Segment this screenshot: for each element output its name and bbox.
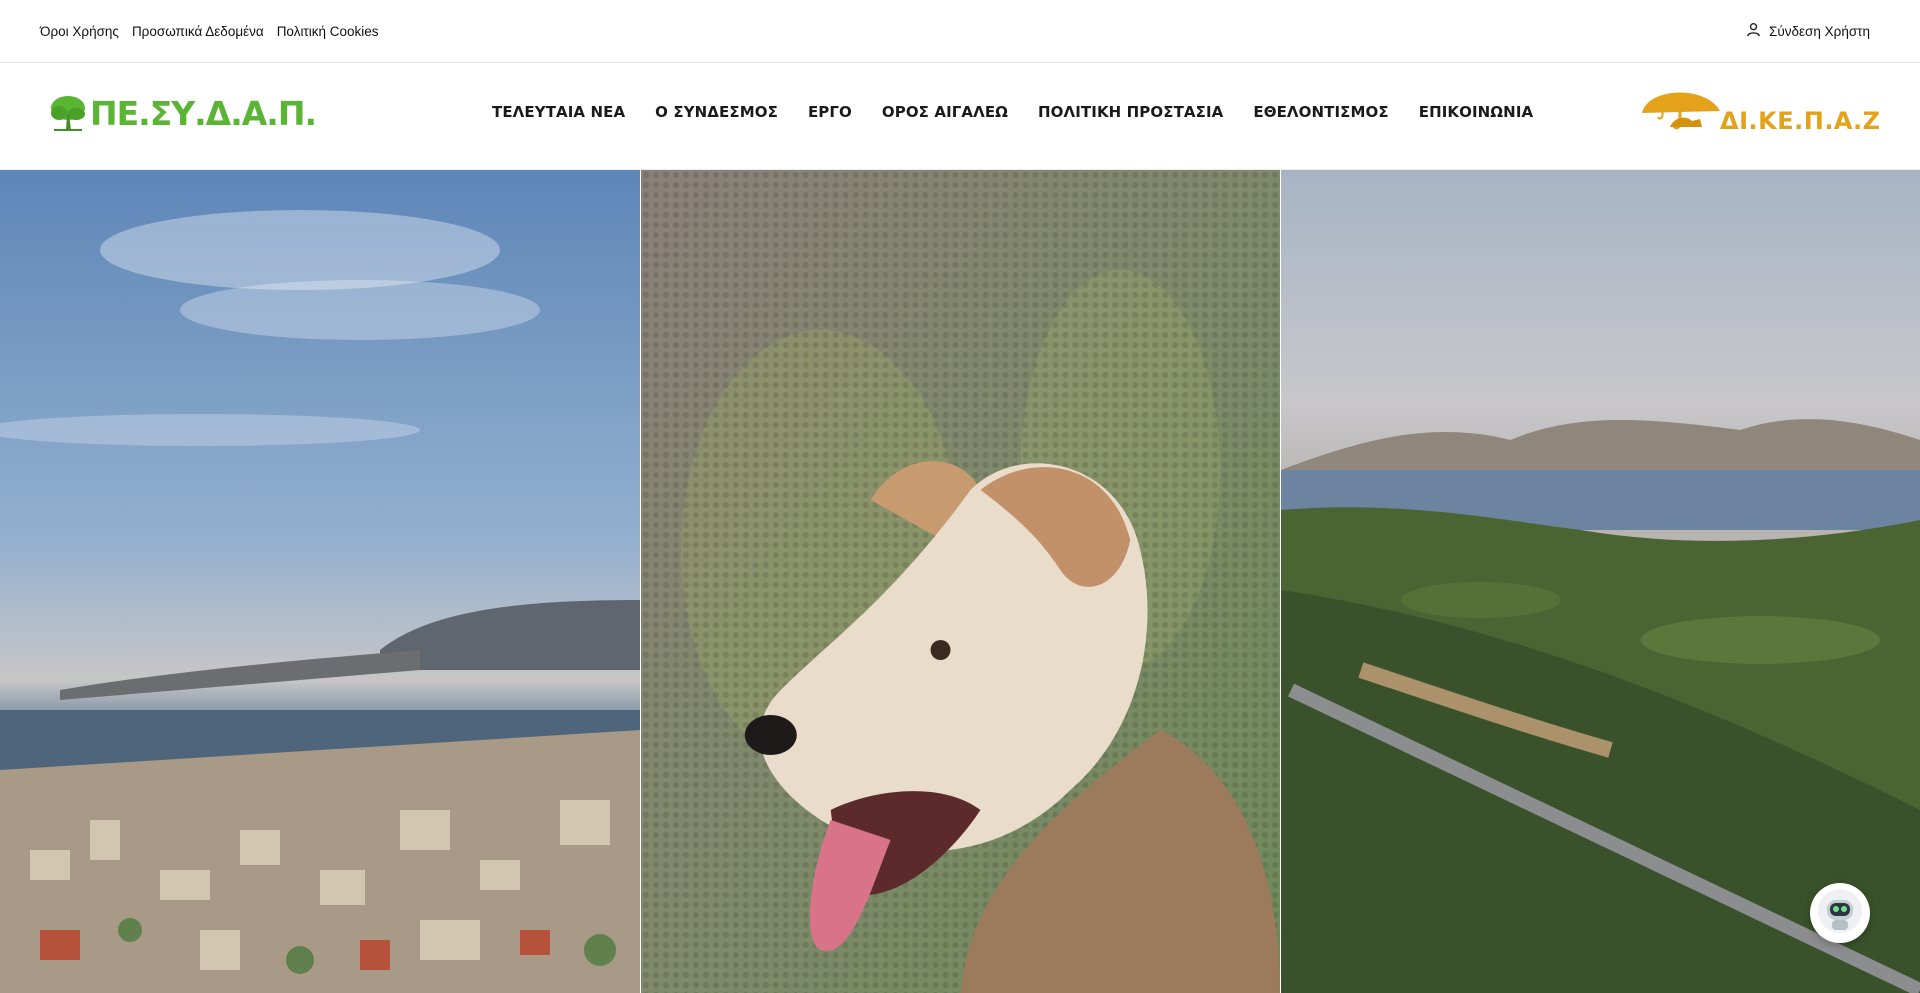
nav-item-mount-aigaleo[interactable]: ΟΡΟΣ ΑΙΓΑΛΕΩ [882, 103, 1008, 121]
login-label: Σύνδεση Χρήστη [1769, 23, 1870, 39]
mountain-landscape-photo [1280, 170, 1920, 993]
nav-item-civil-protection[interactable]: ΠΟΛΙΤΙΚΗ ΠΡΟΣΤΑΣΙΑ [1038, 103, 1223, 121]
dikepaz-logo[interactable]: ΔΙ.ΚΕ.Π.Α.Ζ [1640, 81, 1880, 151]
user-icon [1746, 22, 1761, 40]
dog-umbrella-logo-icon [1642, 92, 1720, 130]
cookies-link[interactable]: Πολιτική Cookies [277, 24, 379, 39]
dikepaz-logo-text: ΔΙ.ΚΕ.Π.Α.Ζ [1720, 107, 1881, 135]
nav-item-latest-news[interactable]: ΤΕΛΕΥΤΑΙΑ ΝΕΑ [492, 103, 625, 121]
privacy-link[interactable]: Προσωπικά Δεδομένα [132, 24, 264, 39]
nav-item-contact[interactable]: ΕΠΙΚΟΙΝΩΝΙΑ [1419, 103, 1534, 121]
robot-icon [1817, 888, 1863, 939]
main-header: ΠΕ.ΣΥ.Δ.Α.Π. ΤΕΛΕΥΤΑΙΑ ΝΕΑ Ο ΣΥΝΔΕΣΜΟΣ Ε… [0, 63, 1920, 170]
utility-links: Όροι Χρήσης Προσωπικά Δεδομένα Πολιτική … [40, 24, 379, 39]
tree-logo-icon [51, 96, 85, 131]
hero-image-strip [0, 170, 1920, 993]
nav-item-work[interactable]: ΕΡΓΟ [808, 103, 852, 121]
top-utility-bar: Όροι Χρήσης Προσωπικά Δεδομένα Πολιτική … [0, 0, 1920, 63]
dog-portrait-photo [640, 170, 1280, 993]
pesydap-logo-text: ΠΕ.ΣΥ.Δ.Α.Π. [90, 93, 317, 133]
terms-link[interactable]: Όροι Χρήσης [40, 24, 119, 39]
chatbot-button[interactable] [1810, 883, 1870, 943]
main-nav: ΤΕΛΕΥΤΑΙΑ ΝΕΑ Ο ΣΥΝΔΕΣΜΟΣ ΕΡΓΟ ΟΡΟΣ ΑΙΓΑ… [492, 103, 1533, 121]
pesydap-logo[interactable]: ΠΕ.ΣΥ.Δ.Α.Π. [48, 93, 317, 133]
nav-item-volunteering[interactable]: ΕΘΕΛΟΝΤΙΣΜΟΣ [1253, 103, 1388, 121]
login-button[interactable]: Σύνδεση Χρήστη [1746, 22, 1870, 40]
city-harbor-photo [0, 170, 640, 993]
nav-item-association[interactable]: Ο ΣΥΝΔΕΣΜΟΣ [655, 103, 778, 121]
